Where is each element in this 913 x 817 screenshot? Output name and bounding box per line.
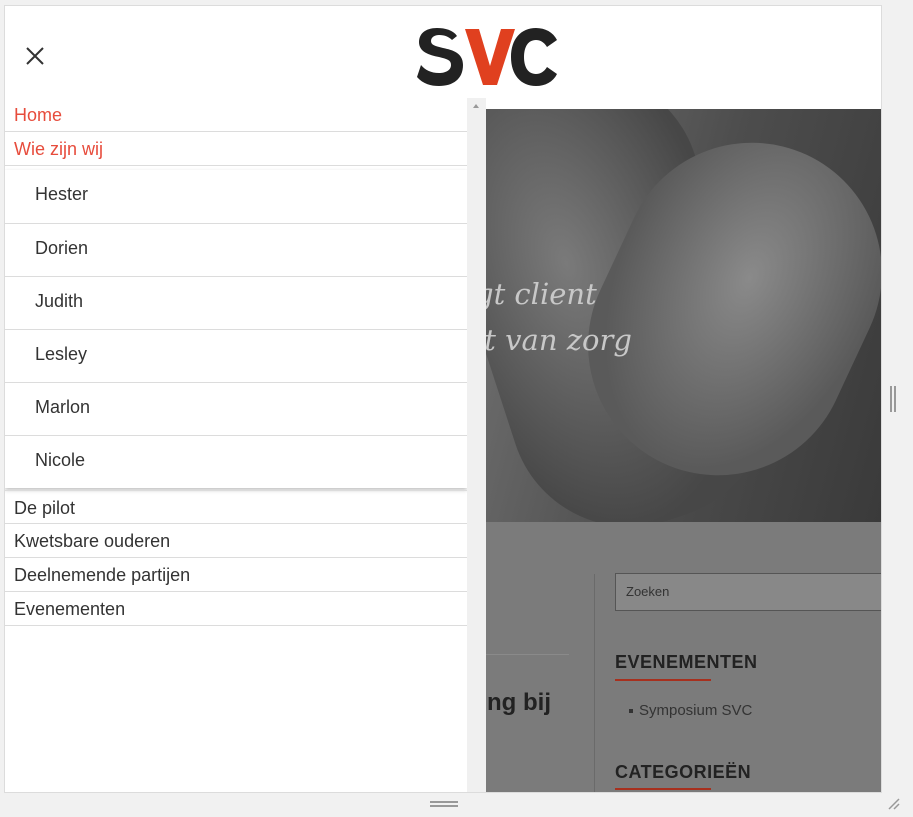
menu-item-deelnemende-partijen[interactable]: Deelnemende partijen [5, 558, 467, 592]
submenu-wie-zijn-wij: Hester Dorien Judith Lesley Marlon Nicol… [5, 170, 467, 488]
content-rule [485, 654, 569, 655]
svc-logo[interactable] [415, 22, 561, 92]
column-divider [594, 574, 595, 792]
widget-underline [615, 788, 711, 790]
hero-tagline-line: gt client [475, 277, 597, 311]
menu-item-kwetsbare-ouderen[interactable]: Kwetsbare ouderen [5, 524, 467, 558]
widget-title-evenementen: EVENEMENTEN [615, 652, 758, 672]
menu-item-wie-zijn-wij[interactable]: Wie zijn wij [5, 132, 467, 166]
search-input[interactable]: Zoeken [615, 573, 881, 611]
scroll-up-arrow-icon[interactable] [473, 104, 479, 108]
splitter-handle-icon[interactable] [890, 386, 897, 412]
submenu-item-marlon[interactable]: Marlon [5, 382, 467, 435]
menu-item-evenementen[interactable]: Evenementen [5, 592, 467, 626]
menu-item-de-pilot[interactable]: De pilot [5, 490, 467, 524]
submenu-item-hester[interactable]: Hester [5, 170, 467, 223]
menu-scrollbar[interactable] [467, 98, 486, 792]
mobile-menu: Home Wie zijn wij Hester Dorien Judith L… [5, 98, 486, 792]
hero-tagline-line: it van zorg [475, 323, 632, 357]
menu-item-home[interactable]: Home [5, 98, 467, 132]
bottom-resize-handle[interactable] [430, 801, 458, 807]
submenu-item-lesley[interactable]: Lesley [5, 329, 467, 382]
svc-logo-image [417, 28, 557, 86]
submenu-item-dorien[interactable]: Dorien [5, 223, 467, 276]
close-icon[interactable] [23, 44, 47, 68]
widget-title-categorieen: CATEGORIEËN [615, 762, 752, 782]
bullet-icon [629, 709, 633, 714]
widget-underline [615, 679, 711, 681]
submenu-item-judith[interactable]: Judith [5, 276, 467, 329]
page-viewport: gt client it van zorg ng bij Zoeken EVEN… [4, 5, 882, 793]
event-list-item[interactable]: Symposium SVC [629, 702, 752, 719]
site-header [5, 6, 881, 108]
submenu-item-nicole[interactable]: Nicole [5, 435, 467, 488]
post-title[interactable]: ng bij [487, 689, 551, 717]
event-link[interactable]: Symposium SVC [639, 702, 752, 719]
resize-grip-icon[interactable] [886, 796, 900, 810]
